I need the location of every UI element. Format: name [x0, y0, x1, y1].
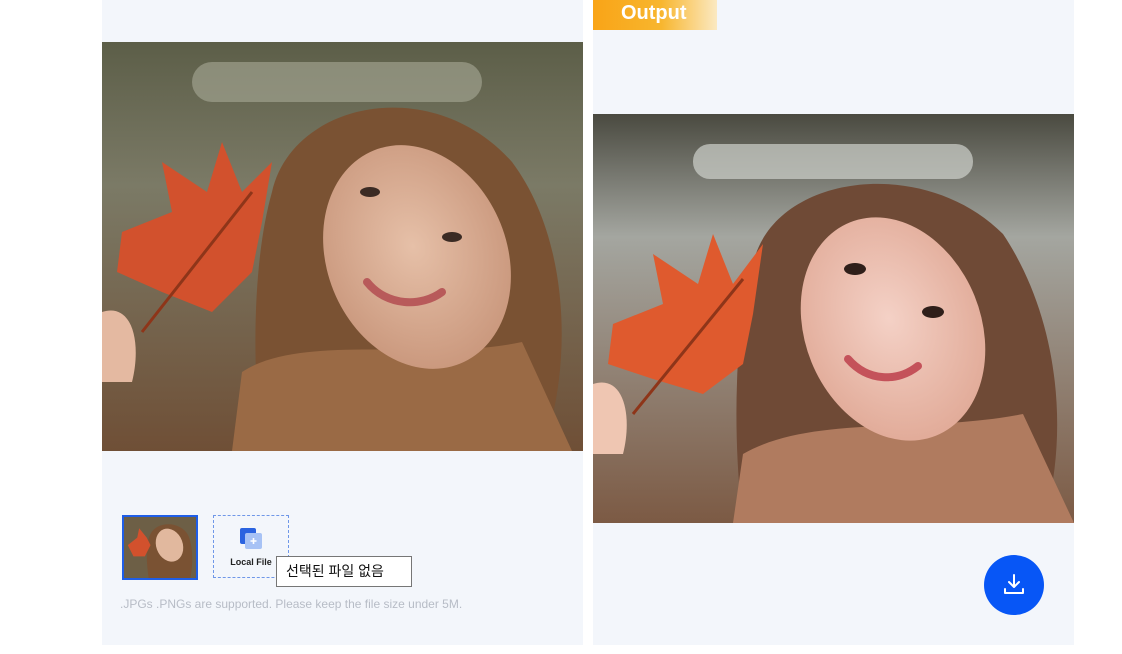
upload-hint: .JPGs .PNGs are supported. Please keep t…: [120, 597, 463, 611]
add-file-icon: [240, 528, 262, 549]
download-icon: [1004, 574, 1024, 594]
selected-image-thumbnail[interactable]: [122, 515, 198, 580]
input-photo: [102, 42, 583, 451]
output-badge: Output: [593, 0, 717, 30]
output-panel: Output: [593, 0, 1074, 645]
painted-portrait-output-photo-icon: [593, 114, 1074, 523]
file-input[interactable]: 선택된 파일 없음: [276, 556, 412, 587]
input-panel: Local File 선택된 파일 없음 .JPGs .PNGs are sup…: [102, 0, 583, 645]
selected-photo-thumbnail-icon: [124, 517, 196, 578]
download-button[interactable]: [984, 555, 1044, 615]
output-photo: [593, 114, 1074, 523]
woman-with-maple-leaf-photo-icon: [102, 42, 583, 451]
